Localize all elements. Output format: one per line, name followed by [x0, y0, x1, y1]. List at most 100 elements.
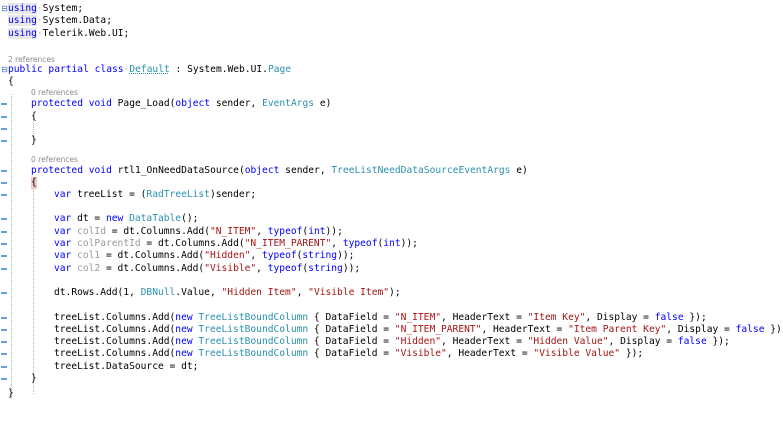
code-text: = dt.Columns.Add(: [100, 263, 205, 274]
type-name: EventArgs: [262, 98, 315, 109]
code-text: ));: [400, 238, 418, 249]
code-text: ,: [256, 226, 268, 237]
code-text: , Display =: [585, 312, 655, 323]
class-name: Default: [129, 64, 170, 75]
codelens-references[interactable]: 0 references: [31, 88, 78, 98]
code-line[interactable]: {: [0, 177, 37, 189]
code-line[interactable]: treeList.Columns.Add(new TreeListBoundCo…: [0, 324, 783, 336]
keyword: false: [654, 312, 684, 323]
code-text: = dt.Columns.Add(: [140, 238, 245, 249]
code-line[interactable]: using·Telerik.Web.UI;: [0, 28, 129, 40]
keyword: new: [175, 312, 193, 323]
code-text: });: [706, 336, 730, 347]
margin-marker-icon: [1, 128, 7, 130]
string-literal: "N_ITEM": [394, 312, 442, 323]
indent-guide: [33, 184, 34, 394]
code-text: dt.Rows.Add(1,: [54, 287, 141, 298]
margin-marker-icon: [1, 116, 7, 118]
code-line[interactable]: protected void Page_Load(object sender, …: [0, 98, 331, 110]
keyword: using: [8, 15, 37, 26]
code-line[interactable]: protected void rtl1_OnNeedDataSource(obj…: [0, 165, 528, 177]
keyword: var: [54, 250, 72, 261]
code-line[interactable]: treeList.Columns.Add(new TreeListBoundCo…: [0, 348, 643, 360]
code-text: ));: [342, 263, 361, 274]
code-text: .Value,: [175, 287, 222, 298]
code-line[interactable]: ⊟ public partial class·Default : System.…: [0, 64, 291, 76]
code-line[interactable]: var col2 = dt.Columns.Add("Visible", typ…: [0, 263, 360, 275]
code-text: : System.Web.UI.: [169, 64, 268, 75]
margin-marker-icon: [1, 353, 7, 355]
string-literal: "Hidden": [394, 336, 442, 347]
type-name: TreeListBoundColumn: [198, 336, 309, 347]
code-text: dt =: [71, 213, 106, 224]
code-text: treeList = (: [71, 189, 147, 200]
keyword: new: [175, 324, 193, 335]
keyword: public partial class: [8, 64, 124, 75]
codelens-references[interactable]: 0 references: [31, 155, 78, 165]
code-text: ,: [250, 250, 262, 261]
margin-marker-icon: [1, 194, 7, 196]
code-text: });: [683, 312, 707, 323]
code-text: treeList.Columns.Add(: [54, 348, 176, 359]
code-text: treeList.Columns.Add(: [54, 324, 176, 335]
string-literal: "Visible Value": [533, 348, 621, 359]
keyword: false: [677, 336, 707, 347]
brace: }: [31, 135, 37, 146]
brace: }: [31, 373, 37, 384]
code-line[interactable]: treeList.Columns.Add(new TreeListBoundCo…: [0, 336, 730, 348]
string-literal: "Item Parent Key": [568, 324, 667, 335]
code-line[interactable]: var dt = new DataTable();: [0, 213, 198, 225]
code-line[interactable]: var treeList = (RadTreeList)sender;: [0, 189, 256, 201]
code-line[interactable]: {: [0, 76, 23, 88]
margin-marker-icon: [1, 140, 7, 142]
namespace: Telerik.Web.UI;: [42, 28, 130, 39]
margin-marker-icon: [1, 170, 7, 172]
string-literal: "Visible": [204, 263, 257, 274]
code-text: treeList.DataSource = dt;: [54, 361, 199, 372]
margin-marker-icon: [1, 218, 7, 220]
code-line[interactable]: }: [0, 373, 37, 385]
keyword: int: [308, 226, 326, 237]
code-text: { DataField =: [308, 348, 395, 359]
code-line[interactable]: treeList.DataSource = dt;: [0, 361, 198, 373]
code-line[interactable]: {: [0, 111, 37, 123]
method-name: rtl1_OnNeedDataSource(: [111, 165, 245, 176]
margin-marker-icon: [1, 329, 7, 331]
margin-marker-icon: [1, 292, 7, 294]
code-text: , HeaderText =: [481, 324, 569, 335]
code-line[interactable]: }: [0, 135, 37, 147]
margin-marker-icon: [1, 378, 7, 380]
code-text: ));: [337, 250, 355, 261]
code-line[interactable]: treeList.Columns.Add(new TreeListBoundCo…: [0, 312, 707, 324]
code-line[interactable]: ⊟ using·System;: [0, 3, 83, 15]
code-line[interactable]: dt.Rows.Add(1, DBNull.Value, "Hidden Ite…: [0, 287, 401, 299]
code-text: ));: [325, 226, 343, 237]
code-line[interactable]: var col1 = dt.Columns.Add("Hidden", type…: [0, 250, 354, 262]
code-line[interactable]: using·System.Data;: [0, 15, 112, 27]
keyword: string: [302, 250, 338, 261]
keyword: var: [54, 226, 72, 237]
code-editor[interactable]: ⊟ using·System; using·System.Data; using…: [0, 0, 783, 403]
type-name: DataTable: [129, 213, 182, 224]
code-line[interactable]: }: [0, 388, 23, 400]
string-literal: "N_ITEM_PARENT": [394, 324, 482, 335]
code-text: ,: [331, 238, 343, 249]
code-text: , HeaderText =: [441, 312, 528, 323]
keyword: typeof: [267, 226, 303, 237]
code-text: , Display =: [608, 336, 678, 347]
code-line[interactable]: [0, 123, 23, 135]
code-text: , HeaderText =: [446, 348, 534, 359]
keyword: protected void: [31, 98, 112, 109]
keyword: using: [8, 3, 37, 14]
code-line[interactable]: var colId = dt.Columns.Add("N_ITEM", typ…: [0, 226, 343, 238]
code-text: treeList.Columns.Add(: [54, 312, 176, 323]
variable-name: col1: [77, 250, 101, 261]
margin-marker-icon: [1, 255, 7, 257]
namespace: System;: [42, 3, 84, 14]
type-name: TreeListBoundColumn: [198, 348, 309, 359]
keyword: var: [54, 238, 72, 249]
code-text: ();: [181, 213, 199, 224]
code-text: e): [314, 98, 332, 109]
code-line[interactable]: var colParentId = dt.Columns.Add("N_ITEM…: [0, 238, 418, 250]
string-literal: "Visible Item": [308, 287, 390, 298]
